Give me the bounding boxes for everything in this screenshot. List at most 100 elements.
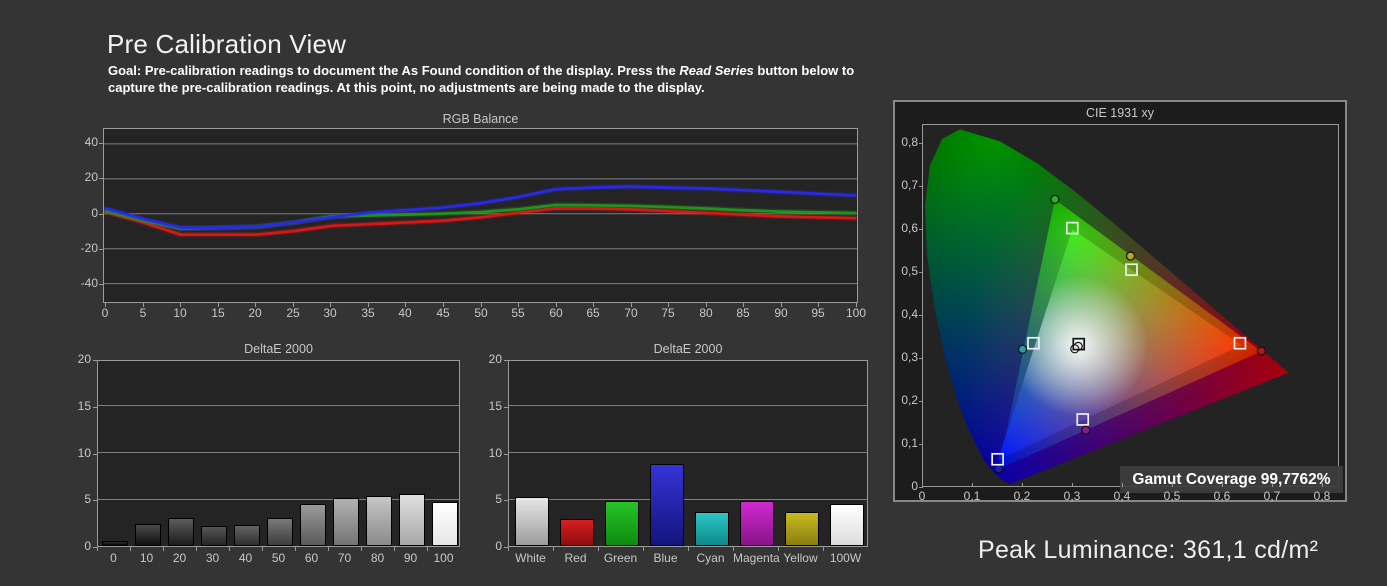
measured-magenta-point — [1082, 426, 1090, 434]
rgb-y-tick-label: 20 — [58, 170, 98, 184]
de2Plot-y-tick — [504, 407, 508, 408]
cie-y-tick — [919, 143, 923, 144]
de1Plot-x-tick — [229, 547, 230, 551]
cie-y-tick — [919, 315, 923, 316]
rgb-y-tick — [99, 178, 103, 179]
cie-y-tick — [919, 186, 923, 187]
cie-y-tick — [919, 444, 923, 445]
cie-x-tick-label: 0,2 — [1008, 489, 1036, 503]
de2Plot-x-tick — [508, 547, 509, 551]
de1Plot-x-label: 90 — [394, 551, 427, 565]
cie-x-tick — [1272, 483, 1273, 487]
cie-x-tick — [1072, 483, 1073, 487]
de1Plot-x-label: 80 — [361, 551, 394, 565]
bar-Red — [560, 519, 594, 546]
de2Plot-x-tick — [823, 547, 824, 551]
cie-x-tick — [1022, 483, 1023, 487]
cie-y-tick-label: 0,3 — [895, 350, 918, 364]
de1Plot-x-label: 70 — [328, 551, 361, 565]
de2Plot-x-tick — [598, 547, 599, 551]
rgb-balance-plot — [103, 128, 858, 303]
measured-cyan-point — [1019, 345, 1027, 353]
cie-1931-panel: CIE 1931 xy — [893, 100, 1347, 502]
de1Plot-x-label: 50 — [262, 551, 295, 565]
rgb-x-tick-label: 80 — [691, 306, 721, 320]
bar-White — [515, 497, 549, 546]
de2Plot-y-tick — [504, 360, 508, 361]
de1Plot-x-label: 40 — [229, 551, 262, 565]
rgb-x-tick-label: 60 — [541, 306, 571, 320]
rgb-x-tick-label: 85 — [728, 306, 758, 320]
cie-title: CIE 1931 xy — [895, 106, 1345, 120]
de1Plot-x-label: 60 — [295, 551, 328, 565]
deltae-color-plot — [508, 360, 868, 547]
de2Plot-x-label: 100W — [823, 551, 868, 565]
grid-10 — [509, 452, 867, 453]
de2Plot-y-label: 0 — [462, 539, 502, 553]
de1Plot-y-tick — [93, 360, 97, 361]
rgb-y-tick — [99, 143, 103, 144]
cie-x-tick-label: 0,6 — [1208, 489, 1236, 503]
de1Plot-x-tick — [130, 547, 131, 551]
measured-blue-point — [995, 465, 1003, 473]
cie-x-tick — [1222, 483, 1223, 487]
rgb-x-tick-label: 75 — [653, 306, 683, 320]
bar-50 — [267, 518, 293, 546]
bar-100W — [830, 504, 864, 546]
de1Plot-y-label: 20 — [51, 352, 91, 366]
cie-x-tick-label: 0,4 — [1108, 489, 1136, 503]
de2Plot-x-tick — [688, 547, 689, 551]
rgb-balance-title: RGB Balance — [103, 112, 858, 126]
bar-30 — [201, 526, 227, 546]
grid-10 — [98, 452, 459, 453]
rgb-x-tick-label: 20 — [240, 306, 270, 320]
rgb-y-tick-label: -40 — [58, 276, 98, 290]
de2Plot-x-label: Yellow — [778, 551, 823, 565]
rgb-x-tick-label: 55 — [503, 306, 533, 320]
rgb-x-tick-label: 40 — [390, 306, 420, 320]
rgb-x-tick-label: 70 — [616, 306, 646, 320]
de2Plot-x-tick — [733, 547, 734, 551]
cie-y-tick-label: 0,2 — [895, 393, 918, 407]
bar-100 — [432, 502, 458, 546]
de2Plot-y-tick — [504, 500, 508, 501]
de1Plot-y-tick — [93, 407, 97, 408]
de1Plot-x-label: 100 — [427, 551, 460, 565]
cie-x-tick-label: 0,8 — [1308, 489, 1336, 503]
bar-Green — [605, 501, 639, 546]
de1Plot-x-label: 30 — [196, 551, 229, 565]
de1Plot-y-label: 0 — [51, 539, 91, 553]
de2Plot-x-label: Red — [553, 551, 598, 565]
cie-y-tick — [919, 272, 923, 273]
de2Plot-x-tick — [778, 547, 779, 551]
de1Plot-x-tick — [163, 547, 164, 551]
measured-yellow-point — [1127, 252, 1135, 260]
rgb-y-tick — [99, 284, 103, 285]
cie-y-tick-label: 0,4 — [895, 307, 918, 321]
de1Plot-x-label: 10 — [130, 551, 163, 565]
grid-15 — [98, 405, 459, 406]
cie-y-tick — [919, 487, 923, 488]
rgb-y-tick-label: 0 — [58, 206, 98, 220]
rgb-balance-canvas — [104, 129, 857, 302]
bar-40 — [234, 525, 260, 547]
page-title: Pre Calibration View — [107, 29, 346, 60]
de1Plot-x-label: 0 — [97, 551, 130, 565]
bar-20 — [168, 518, 194, 546]
deltae-color-title: DeltaE 2000 — [508, 342, 868, 356]
de1Plot-y-label: 10 — [51, 446, 91, 460]
cie-x-tick-label: 0,3 — [1058, 489, 1086, 503]
de2Plot-x-label: Green — [598, 551, 643, 565]
de2Plot-x-tick — [643, 547, 644, 551]
rgb-x-tick-label: 15 — [203, 306, 233, 320]
rgb-y-tick — [99, 214, 103, 215]
de2Plot-y-label: 5 — [462, 492, 502, 506]
cie-y-tick-label: 0,5 — [895, 264, 918, 278]
de2Plot-x-label: Blue — [643, 551, 688, 565]
bar-Yellow — [785, 512, 819, 546]
cie-x-tick — [1122, 483, 1123, 487]
cie-y-tick-label: 0,6 — [895, 221, 918, 235]
de2Plot-y-label: 10 — [462, 446, 502, 460]
grid-15 — [509, 405, 867, 406]
bar-70 — [333, 498, 359, 546]
